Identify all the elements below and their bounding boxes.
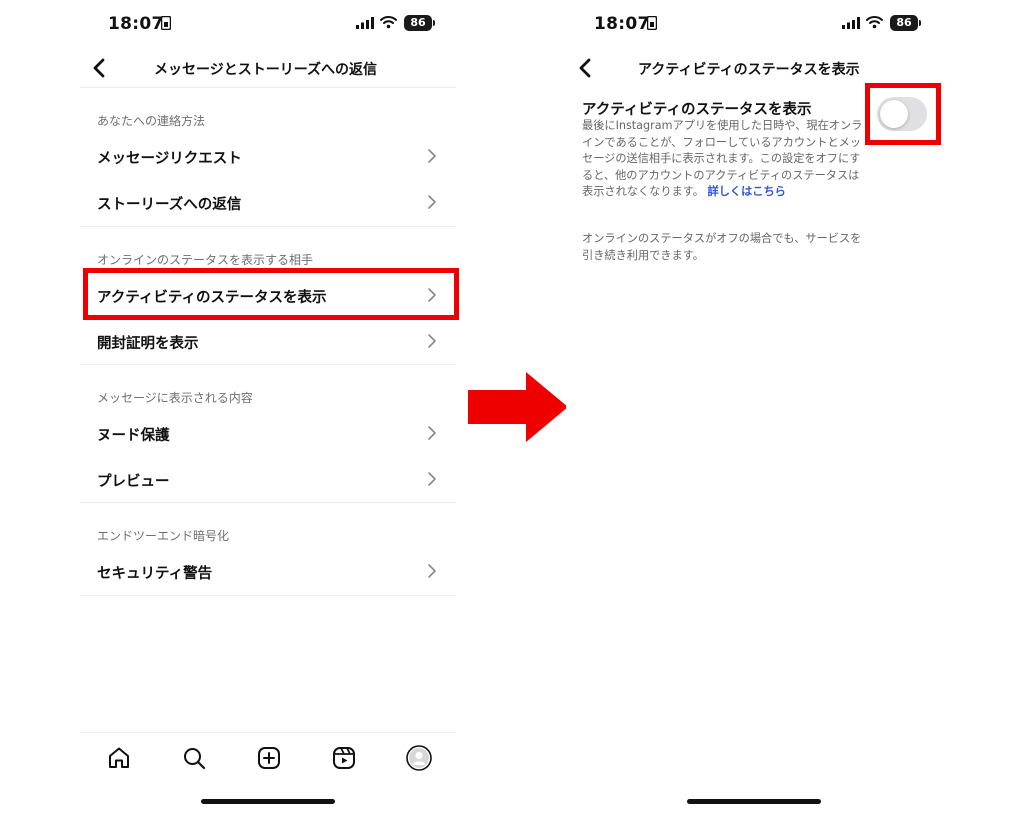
home-icon[interactable]: [106, 745, 132, 771]
back-icon[interactable]: [86, 54, 114, 82]
menu-item-label: アクティビティのステータスを表示: [97, 290, 327, 306]
menu-item-preview[interactable]: プレビュー: [80, 457, 456, 501]
chevron-right-icon: [428, 334, 436, 348]
battery-tip: [919, 20, 921, 26]
menu-item-story-replies[interactable]: ストーリーズへの返信: [80, 180, 456, 224]
menu-item-label: セキュリティ警告: [97, 566, 213, 582]
wifi-icon: [380, 16, 397, 29]
phone-screen-right: 18:07 86 アクティビティのステータスを表示 アクティビティのステータスを…: [566, 0, 942, 813]
orientation-lock-icon: [161, 16, 171, 30]
section-divider: [80, 595, 456, 596]
status-bar: 18:07 86: [566, 0, 942, 50]
section-header-encryption: エンドツーエンド暗号化: [97, 529, 230, 543]
chevron-right-icon: [428, 564, 436, 578]
orientation-lock-icon: [647, 16, 657, 30]
section-divider: [80, 502, 456, 503]
battery-tip: [433, 20, 435, 26]
menu-item-message-requests[interactable]: メッセージリクエスト: [80, 134, 456, 178]
phone-screen-left: 18:07 86 メッセージとストーリーズへの返信 あなたへの連絡方法 メッセー…: [80, 0, 459, 813]
menu-item-label: ヌード保護: [97, 428, 170, 444]
menu-item-nudity-protection[interactable]: ヌード保護: [80, 411, 456, 455]
setting-description: 最後にInstagramアプリを使用した日時や、現在オンラインであることが、フォ…: [582, 118, 864, 201]
header-divider: [80, 87, 456, 88]
learn-more-link[interactable]: 詳しくはこちら: [708, 185, 786, 198]
chevron-right-icon: [428, 149, 436, 163]
menu-item-label: 開封証明を表示: [97, 336, 199, 352]
nav-bar: アクティビティのステータスを表示: [566, 50, 942, 86]
activity-status-toggle[interactable]: [877, 97, 927, 131]
page-title: メッセージとストーリーズへの返信: [154, 62, 378, 78]
signal-icon: [356, 17, 374, 29]
home-indicator: [201, 799, 335, 804]
menu-item-security-alerts[interactable]: セキュリティ警告: [80, 549, 456, 593]
menu-item-label: メッセージリクエスト: [97, 151, 242, 167]
search-icon[interactable]: [181, 745, 207, 771]
section-header-online-status: オンラインのステータスを表示する相手: [97, 253, 314, 267]
profile-icon[interactable]: [406, 745, 432, 771]
arrow-right-icon: [468, 372, 568, 442]
section-divider: [80, 226, 456, 227]
status-bar: 18:07 86: [80, 0, 456, 50]
page-title: アクティビティのステータスを表示: [638, 62, 860, 78]
status-time: 18:07: [108, 14, 164, 34]
menu-item-label: プレビュー: [97, 474, 170, 490]
chevron-right-icon: [428, 288, 436, 302]
chevron-right-icon: [428, 472, 436, 486]
chevron-right-icon: [428, 426, 436, 440]
section-header-message-content: メッセージに表示される内容: [97, 391, 253, 405]
section-header-contact: あなたへの連絡方法: [97, 114, 206, 128]
home-indicator: [687, 799, 821, 804]
back-icon[interactable]: [572, 54, 600, 82]
reels-icon[interactable]: [331, 745, 357, 771]
menu-item-label: ストーリーズへの返信: [97, 197, 242, 213]
battery-icon: 86: [890, 15, 918, 31]
create-icon[interactable]: [256, 745, 282, 771]
setting-note: オンラインのステータスがオフの場合でも、サービスを引き続き利用できます。: [582, 232, 862, 262]
menu-item-read-receipts[interactable]: 開封証明を表示: [80, 319, 456, 363]
chevron-right-icon: [428, 195, 436, 209]
menu-item-activity-status[interactable]: アクティビティのステータスを表示: [80, 273, 456, 317]
nav-bar: メッセージとストーリーズへの返信: [80, 50, 456, 86]
battery-icon: 86: [404, 15, 432, 31]
signal-icon: [842, 17, 860, 29]
setting-title: アクティビティのステータスを表示: [582, 102, 812, 118]
toggle-knob: [880, 100, 908, 128]
wifi-icon: [866, 16, 883, 29]
status-time: 18:07: [594, 14, 650, 34]
bottom-tab-bar: [80, 732, 456, 782]
section-divider: [80, 364, 456, 365]
